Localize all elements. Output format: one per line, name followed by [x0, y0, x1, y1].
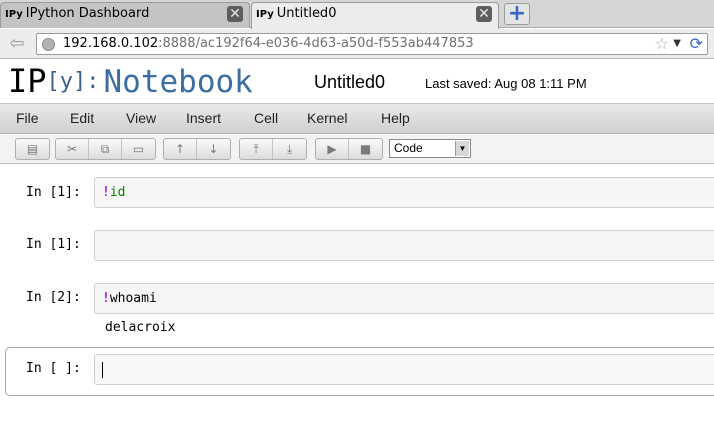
chevron-down-icon[interactable]: ▼ — [455, 141, 469, 156]
tab-untitled0[interactable]: IPy Untitled0 ✕ — [251, 2, 499, 29]
menu-help[interactable]: Help — [381, 110, 410, 126]
stop-icon[interactable]: ■ — [349, 139, 382, 159]
move-up-icon[interactable]: ↑ — [164, 139, 197, 159]
cell-prompt: In [ ]: — [26, 361, 81, 376]
reload-icon[interactable]: ⟳ — [690, 35, 703, 53]
run-icon[interactable]: ▶ — [316, 139, 349, 159]
cell-code: id — [109, 185, 126, 200]
url-text[interactable]: 192.168.0.102:8888/ac192f64-e036-4d63-a5… — [63, 36, 474, 52]
url-path: :8888/ac192f64-e036-4d63-a50d-f553ab4478… — [158, 36, 474, 51]
tab-label: Untitled0 — [276, 6, 337, 21]
browser-tabbar: IPy IPython Dashboard ✕ IPy Untitled0 ✕ + — [0, 0, 714, 29]
menu-bar: File Edit View Insert Cell Kernel Help — [0, 103, 714, 134]
cell-prompt: In [1]: — [26, 185, 81, 200]
save-icon[interactable]: ▤ — [16, 139, 49, 159]
logo-y: [y]: — [46, 69, 100, 94]
insert-above-icon[interactable]: ⤒ — [240, 139, 273, 159]
logo-ip: IP — [8, 62, 47, 100]
globe-icon — [42, 38, 55, 51]
copy-icon[interactable]: ⧉ — [89, 139, 122, 159]
active-code-cell-input[interactable] — [94, 354, 714, 385]
menu-view[interactable]: View — [126, 110, 156, 126]
shell-bang: ! — [102, 185, 110, 200]
toolbar-group-run: ▶ ■ — [315, 138, 383, 160]
code-cell-input[interactable]: !id — [94, 177, 714, 208]
cell-type-select[interactable]: Code ▼ — [389, 139, 471, 158]
url-dropdown-icon[interactable]: ▼ — [673, 34, 681, 54]
ipython-favicon-icon: IPy — [5, 9, 23, 20]
toolbar-group-insert: ⤒ ⤓ — [239, 138, 307, 160]
paste-icon[interactable]: ▭ — [122, 139, 155, 159]
ipython-logo[interactable]: IP[y]: Notebook — [8, 62, 253, 100]
cell-code: whoami — [109, 291, 157, 306]
insert-below-icon[interactable]: ⤓ — [273, 139, 306, 159]
menu-cell[interactable]: Cell — [254, 110, 278, 126]
browser-navbar: ⇦ 192.168.0.102:8888/ac192f64-e036-4d63-… — [0, 29, 714, 59]
cell-type-value: Code — [394, 141, 423, 155]
url-host: 192.168.0.102 — [63, 36, 159, 51]
url-bar[interactable]: 192.168.0.102:8888/ac192f64-e036-4d63-a5… — [36, 33, 708, 55]
cell-prompt: In [2]: — [26, 290, 81, 305]
menu-file[interactable]: File — [16, 110, 39, 126]
notebook-header: IP[y]: Notebook Untitled0 Last saved: Aug… — [0, 60, 714, 102]
menu-kernel[interactable]: Kernel — [307, 110, 347, 126]
text-cursor — [102, 362, 103, 378]
notebook-toolbar: ▤ ✂ ⧉ ▭ ↑ ↓ ⤒ ⤓ ▶ ■ Code ▼ — [0, 135, 714, 164]
cell-output: delacroix — [105, 320, 176, 335]
cell-prompt: In [1]: — [26, 237, 81, 252]
menu-insert[interactable]: Insert — [186, 110, 221, 126]
last-saved-status: Last saved: Aug 08 1:11 PM — [425, 76, 587, 91]
new-tab-plus-icon[interactable]: + — [504, 3, 530, 25]
toolbar-group-move: ↑ ↓ — [163, 138, 231, 160]
logo-notebook: Notebook — [103, 64, 253, 100]
tab-ipython-dashboard[interactable]: IPy IPython Dashboard ✕ — [0, 2, 250, 28]
notebook-title[interactable]: Untitled0 — [314, 72, 385, 93]
back-arrow-icon[interactable]: ⇦ — [4, 33, 30, 55]
code-cell-input[interactable]: !whoami — [94, 283, 714, 314]
cut-icon[interactable]: ✂ — [56, 139, 89, 159]
bookmark-star-icon[interactable]: ☆ — [655, 34, 669, 54]
toolbar-group-edit: ✂ ⧉ ▭ — [55, 138, 156, 160]
close-tab-icon[interactable]: ✕ — [476, 6, 492, 22]
toolbar-group-save: ▤ — [15, 138, 50, 160]
menu-edit[interactable]: Edit — [70, 110, 94, 126]
move-down-icon[interactable]: ↓ — [197, 139, 230, 159]
close-tab-icon[interactable]: ✕ — [227, 6, 243, 22]
code-cell-input[interactable] — [94, 230, 714, 261]
ipython-favicon-icon: IPy — [256, 9, 274, 20]
shell-bang: ! — [102, 291, 110, 306]
tab-label: IPython Dashboard — [25, 6, 150, 21]
